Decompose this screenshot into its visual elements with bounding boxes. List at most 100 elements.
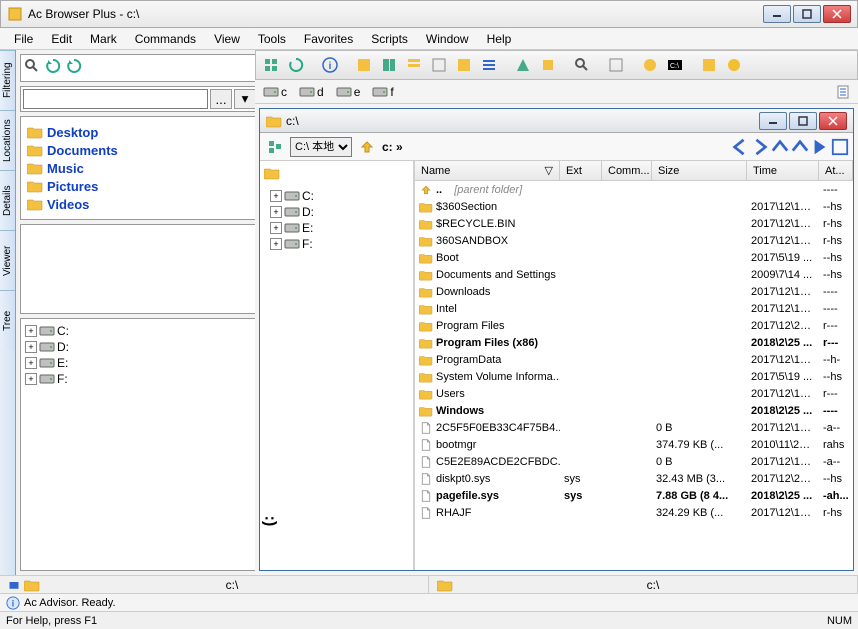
inner-tree-drive[interactable]: +D: — [264, 204, 409, 220]
bottom-tab[interactable]: c:\ — [0, 576, 429, 593]
expand-icon[interactable]: + — [25, 325, 37, 337]
location-pictures[interactable]: Pictures — [27, 177, 252, 195]
file-row[interactable]: diskpt0.syssys32.43 MB (3...2017\12\20 .… — [415, 470, 853, 487]
col-attributes[interactable]: At... — [819, 161, 853, 180]
menu-file[interactable]: File — [6, 30, 41, 48]
nav-menu-icon[interactable] — [831, 138, 849, 156]
drive-select[interactable]: C:\ 本地 — [290, 137, 352, 157]
file-row[interactable]: Intel2017\12\16 ...---- — [415, 300, 853, 317]
tb-btn16[interactable] — [698, 54, 720, 76]
file-row[interactable]: $RECYCLE.BIN2017\12\15 ...r-hs — [415, 215, 853, 232]
inner-close-button[interactable] — [819, 112, 847, 130]
expand-icon[interactable]: + — [25, 373, 37, 385]
tb-btn14[interactable] — [639, 54, 661, 76]
nav-back-icon[interactable] — [731, 138, 749, 156]
file-row[interactable]: 2C5F5F0EB33C4F75B4...0 B2017\12\15 ...-a… — [415, 419, 853, 436]
search-icon[interactable] — [23, 57, 41, 75]
notes-icon[interactable] — [832, 81, 854, 103]
filter-dropdown-button[interactable]: ▾ — [234, 89, 256, 109]
tree-drive[interactable]: +D: — [25, 339, 254, 355]
file-row[interactable]: ProgramData2017\12\19 ...--h- — [415, 351, 853, 368]
refresh-all-icon[interactable] — [65, 57, 83, 75]
maximize-button[interactable] — [793, 5, 821, 23]
file-row[interactable]: Downloads2017\12\15 ...---- — [415, 283, 853, 300]
nav-up2-icon[interactable] — [791, 138, 809, 156]
tree-toggle-icon[interactable] — [264, 136, 286, 158]
location-music[interactable]: Music — [27, 159, 252, 177]
file-row[interactable]: Program Files (x86)2018\2\25 ...r--- — [415, 334, 853, 351]
sidetab-locations[interactable]: Locations — [0, 110, 15, 170]
inner-tree-drive[interactable]: +C: — [264, 188, 409, 204]
menu-help[interactable]: Help — [479, 30, 520, 48]
tb-btn13[interactable] — [605, 54, 627, 76]
menu-tools[interactable]: Tools — [250, 30, 294, 48]
drivebar-item[interactable]: c — [259, 85, 291, 99]
sidetab-details[interactable]: Details — [0, 170, 15, 230]
inner-tree-drive[interactable]: +F: — [264, 236, 409, 252]
minimize-button[interactable] — [763, 5, 791, 23]
file-row[interactable]: C5E2E89ACDE2CFBDC...0 B2017\12\15 ...-a-… — [415, 453, 853, 470]
file-row[interactable]: Boot2017\5\19 ...--hs — [415, 249, 853, 266]
col-size[interactable]: Size — [652, 161, 747, 180]
file-list[interactable]: .. [parent folder]----$360Section2017\12… — [415, 181, 853, 570]
bottom-tab[interactable]: c:\ — [429, 576, 858, 593]
nav-up-icon[interactable] — [771, 138, 789, 156]
menu-window[interactable]: Window — [418, 30, 477, 48]
file-row[interactable]: Windows2018\2\25 ...---- — [415, 402, 853, 419]
drivebar-item[interactable]: d — [295, 85, 328, 99]
tb-views-icon[interactable] — [260, 54, 282, 76]
file-row[interactable]: Users2017\12\15 ...r--- — [415, 385, 853, 402]
location-desktop[interactable]: Desktop — [27, 123, 252, 141]
file-row[interactable]: 360SANDBOX2017\12\15 ...r-hs — [415, 232, 853, 249]
menu-view[interactable]: View — [206, 30, 248, 48]
close-button[interactable] — [823, 5, 851, 23]
expand-icon[interactable]: + — [270, 206, 282, 218]
tb-btn10[interactable] — [512, 54, 534, 76]
file-row[interactable]: $360Section2017\12\19 ...--hs — [415, 198, 853, 215]
menu-scripts[interactable]: Scripts — [363, 30, 416, 48]
sidetab-filtering[interactable]: Filtering — [0, 50, 15, 110]
file-row[interactable]: RHAJF324.29 KB (...2017\12\15 ...r-hs — [415, 504, 853, 521]
path-crumb[interactable]: c: » — [382, 140, 403, 154]
menu-edit[interactable]: Edit — [43, 30, 80, 48]
parent-folder-row[interactable]: .. [parent folder]---- — [415, 181, 853, 198]
inner-tree-drive[interactable]: +E: — [264, 220, 409, 236]
tb-find-icon[interactable] — [571, 54, 593, 76]
col-ext[interactable]: Ext — [560, 161, 602, 180]
up-button[interactable] — [356, 136, 378, 158]
tb-btn7[interactable] — [428, 54, 450, 76]
menu-favorites[interactable]: Favorites — [296, 30, 361, 48]
tb-btn8[interactable] — [453, 54, 475, 76]
tb-btn17[interactable] — [723, 54, 745, 76]
menu-mark[interactable]: Mark — [82, 30, 125, 48]
file-row[interactable]: bootmgr374.79 KB (...2010\11\21 ...rahs — [415, 436, 853, 453]
filter-menu-button[interactable]: ... — [210, 89, 232, 109]
tree-drive[interactable]: +E: — [25, 355, 254, 371]
col-time[interactable]: Time — [747, 161, 819, 180]
file-row[interactable]: Documents and Settings2009\7\14 ...--hs — [415, 266, 853, 283]
nav-forward-icon[interactable] — [751, 138, 769, 156]
tb-info-icon[interactable]: i — [319, 54, 341, 76]
tb-refresh-icon[interactable] — [285, 54, 307, 76]
inner-minimize-button[interactable] — [759, 112, 787, 130]
drivebar-item[interactable]: e — [332, 85, 365, 99]
col-comment[interactable]: Comm... — [602, 161, 652, 180]
tb-btn4[interactable] — [353, 54, 375, 76]
file-row[interactable]: System Volume Informa...2017\5\19 ...--h… — [415, 368, 853, 385]
expand-icon[interactable]: + — [270, 238, 282, 250]
nav-next-icon[interactable] — [811, 138, 829, 156]
sidetab-tree[interactable]: Tree — [0, 290, 15, 350]
sidetab-viewer[interactable]: Viewer — [0, 230, 15, 290]
col-name[interactable]: Name▽ — [415, 161, 560, 180]
location-videos[interactable]: Videos — [27, 195, 252, 213]
tb-btn9[interactable] — [478, 54, 500, 76]
inner-maximize-button[interactable] — [789, 112, 817, 130]
refresh-icon[interactable] — [44, 57, 62, 75]
expand-icon[interactable]: + — [270, 190, 282, 202]
tree-drive[interactable]: +F: — [25, 371, 254, 387]
file-row[interactable]: Program Files2017\12\20 ...r--- — [415, 317, 853, 334]
file-row[interactable]: pagefile.syssys7.88 GB (8 4...2018\2\25 … — [415, 487, 853, 504]
expand-icon[interactable]: + — [270, 222, 282, 234]
expand-icon[interactable]: + — [25, 341, 37, 353]
tb-btn6[interactable] — [403, 54, 425, 76]
